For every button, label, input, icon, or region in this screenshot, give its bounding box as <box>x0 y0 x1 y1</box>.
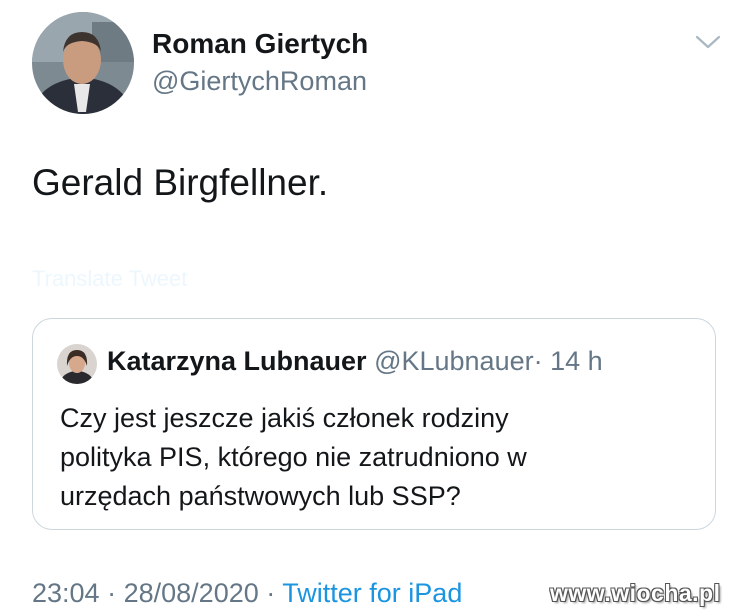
quoted-text-line: polityka PIS, którego nie zatrudniono w <box>60 442 527 472</box>
author-name[interactable]: Roman Giertych <box>152 28 368 60</box>
meta-separator: · <box>266 578 276 608</box>
quoted-tweet-header: Katarzyna Lubnauer @KLubnauer· 14 h <box>107 346 603 377</box>
quoted-text-line: Czy jest jeszcze jakiś członek rodziny <box>60 403 509 433</box>
tweet-metadata: 23:04 · 28/08/2020 · Twitter for iPad <box>32 578 462 609</box>
tweet-source-link[interactable]: Twitter for iPad <box>282 578 462 608</box>
translate-tweet-link[interactable]: Translate Tweet <box>32 266 187 292</box>
site-watermark: www.wiocha.pl <box>550 580 721 606</box>
quoted-text-line: urzędach państwowych lub SSP? <box>60 481 461 511</box>
quoted-timestamp: 14 h <box>550 346 603 376</box>
tweet-text: Gerald Birgfellner. <box>32 162 329 203</box>
meta-separator: · <box>107 578 117 608</box>
quoted-tweet-card[interactable]: Katarzyna Lubnauer @KLubnauer· 14 h Czy … <box>32 318 716 530</box>
tweet-date: 28/08/2020 <box>123 578 259 608</box>
tweet-time: 23:04 <box>32 578 100 608</box>
author-avatar[interactable] <box>32 12 134 114</box>
quoted-author-handle: @KLubnauer <box>374 346 534 376</box>
quoted-author-avatar <box>57 344 97 384</box>
quoted-author-name: Katarzyna Lubnauer <box>107 346 367 376</box>
chevron-down-icon[interactable] <box>694 32 722 52</box>
quoted-separator: · <box>533 346 543 376</box>
quoted-tweet-text: Czy jest jeszcze jakiś członek rodziny p… <box>60 399 700 516</box>
author-handle[interactable]: @GiertychRoman <box>152 66 367 97</box>
